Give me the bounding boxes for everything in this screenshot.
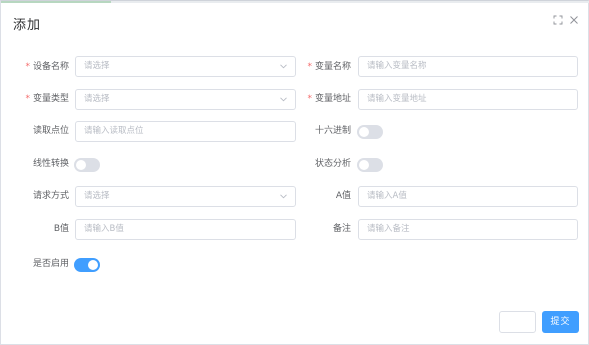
b-value-input[interactable]: 请输入B值 [75, 219, 296, 240]
a-value-input[interactable]: 请输入A值 [358, 186, 578, 207]
variable-type-select[interactable]: 请选择 [75, 89, 296, 110]
close-icon[interactable] [568, 14, 580, 26]
read-points-input[interactable]: 请输入读取点位 [75, 121, 296, 142]
dialog-top-border [1, 1, 589, 3]
enabled-switch[interactable] [74, 258, 100, 272]
variable-name-label: * 变量名称 [307, 62, 351, 72]
switch-knob [88, 260, 98, 270]
remark-label: 备注 [332, 224, 351, 234]
dialog-title: 添加 [13, 18, 42, 33]
chevron-down-icon [279, 57, 287, 76]
remark-input[interactable]: 请输入备注 [358, 219, 578, 240]
enabled-label: 是否启用 [32, 259, 69, 269]
b-value-label: B值 [53, 224, 69, 234]
switch-knob [76, 160, 86, 170]
a-value-label: A值 [335, 191, 351, 201]
switch-knob [359, 160, 369, 170]
hex-label: 十六进制 [314, 126, 351, 136]
variable-address-label: * 变量地址 [307, 94, 351, 104]
variable-address-input[interactable]: 请输入变量地址 [358, 89, 578, 110]
fullscreen-icon[interactable] [552, 14, 564, 26]
read-points-label: 读取点位 [32, 126, 69, 136]
submit-button[interactable]: 提交 [542, 311, 579, 333]
chevron-down-icon [279, 187, 287, 206]
device-name-select[interactable]: 请选择 [75, 56, 296, 77]
dialog-header-icons [552, 14, 580, 26]
switch-knob [359, 127, 369, 137]
status-analysis-label: 状态分析 [314, 159, 351, 169]
request-method-label: 请求方式 [32, 191, 69, 201]
request-method-select[interactable]: 请选择 [75, 186, 296, 207]
hex-switch[interactable] [357, 125, 383, 139]
cancel-button[interactable] [499, 311, 536, 333]
add-dialog: 添加 * 设备名称 请选择 * 变量名称 请输入变量名称 * 变量类型 请选择 * 变量… [0, 0, 589, 345]
top-accent [1, 1, 111, 3]
variable-type-label: * 变量类型 [25, 94, 69, 104]
status-analysis-switch[interactable] [357, 158, 383, 172]
linear-conversion-label: 线性转换 [32, 159, 69, 169]
variable-name-input[interactable]: 请输入变量名称 [358, 56, 578, 77]
linear-conversion-switch[interactable] [74, 158, 100, 172]
chevron-down-icon [279, 90, 287, 109]
device-name-label: * 设备名称 [25, 62, 69, 72]
